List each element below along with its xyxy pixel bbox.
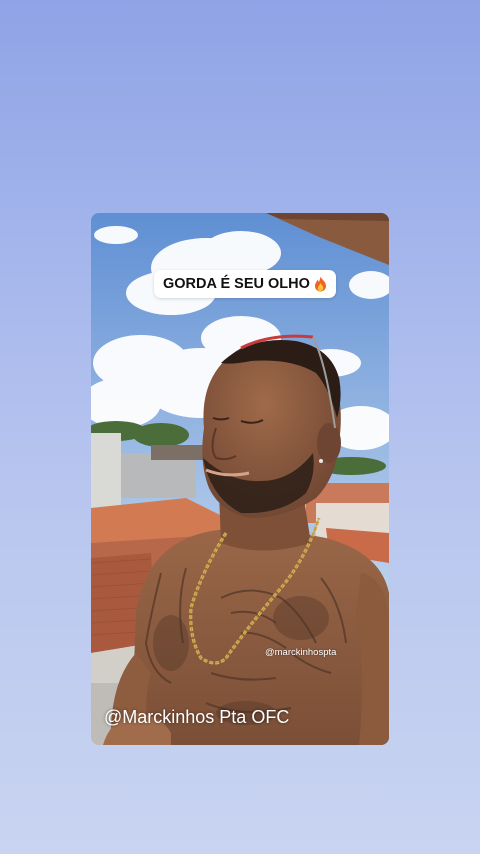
story-caption-sticker: GORDA É SEU OLHO [154, 270, 336, 298]
watermark-username-large: @Marckinhos Pta OFC [104, 707, 290, 727]
watermark-username-small: @marckinhospta [265, 647, 337, 658]
caption-text: GORDA É SEU OLHO [163, 276, 310, 292]
story-video-card[interactable]: GORDA É SEU OLHO @marckinhospta @Marckin… [91, 213, 389, 745]
fire-emoji-icon [314, 276, 327, 292]
